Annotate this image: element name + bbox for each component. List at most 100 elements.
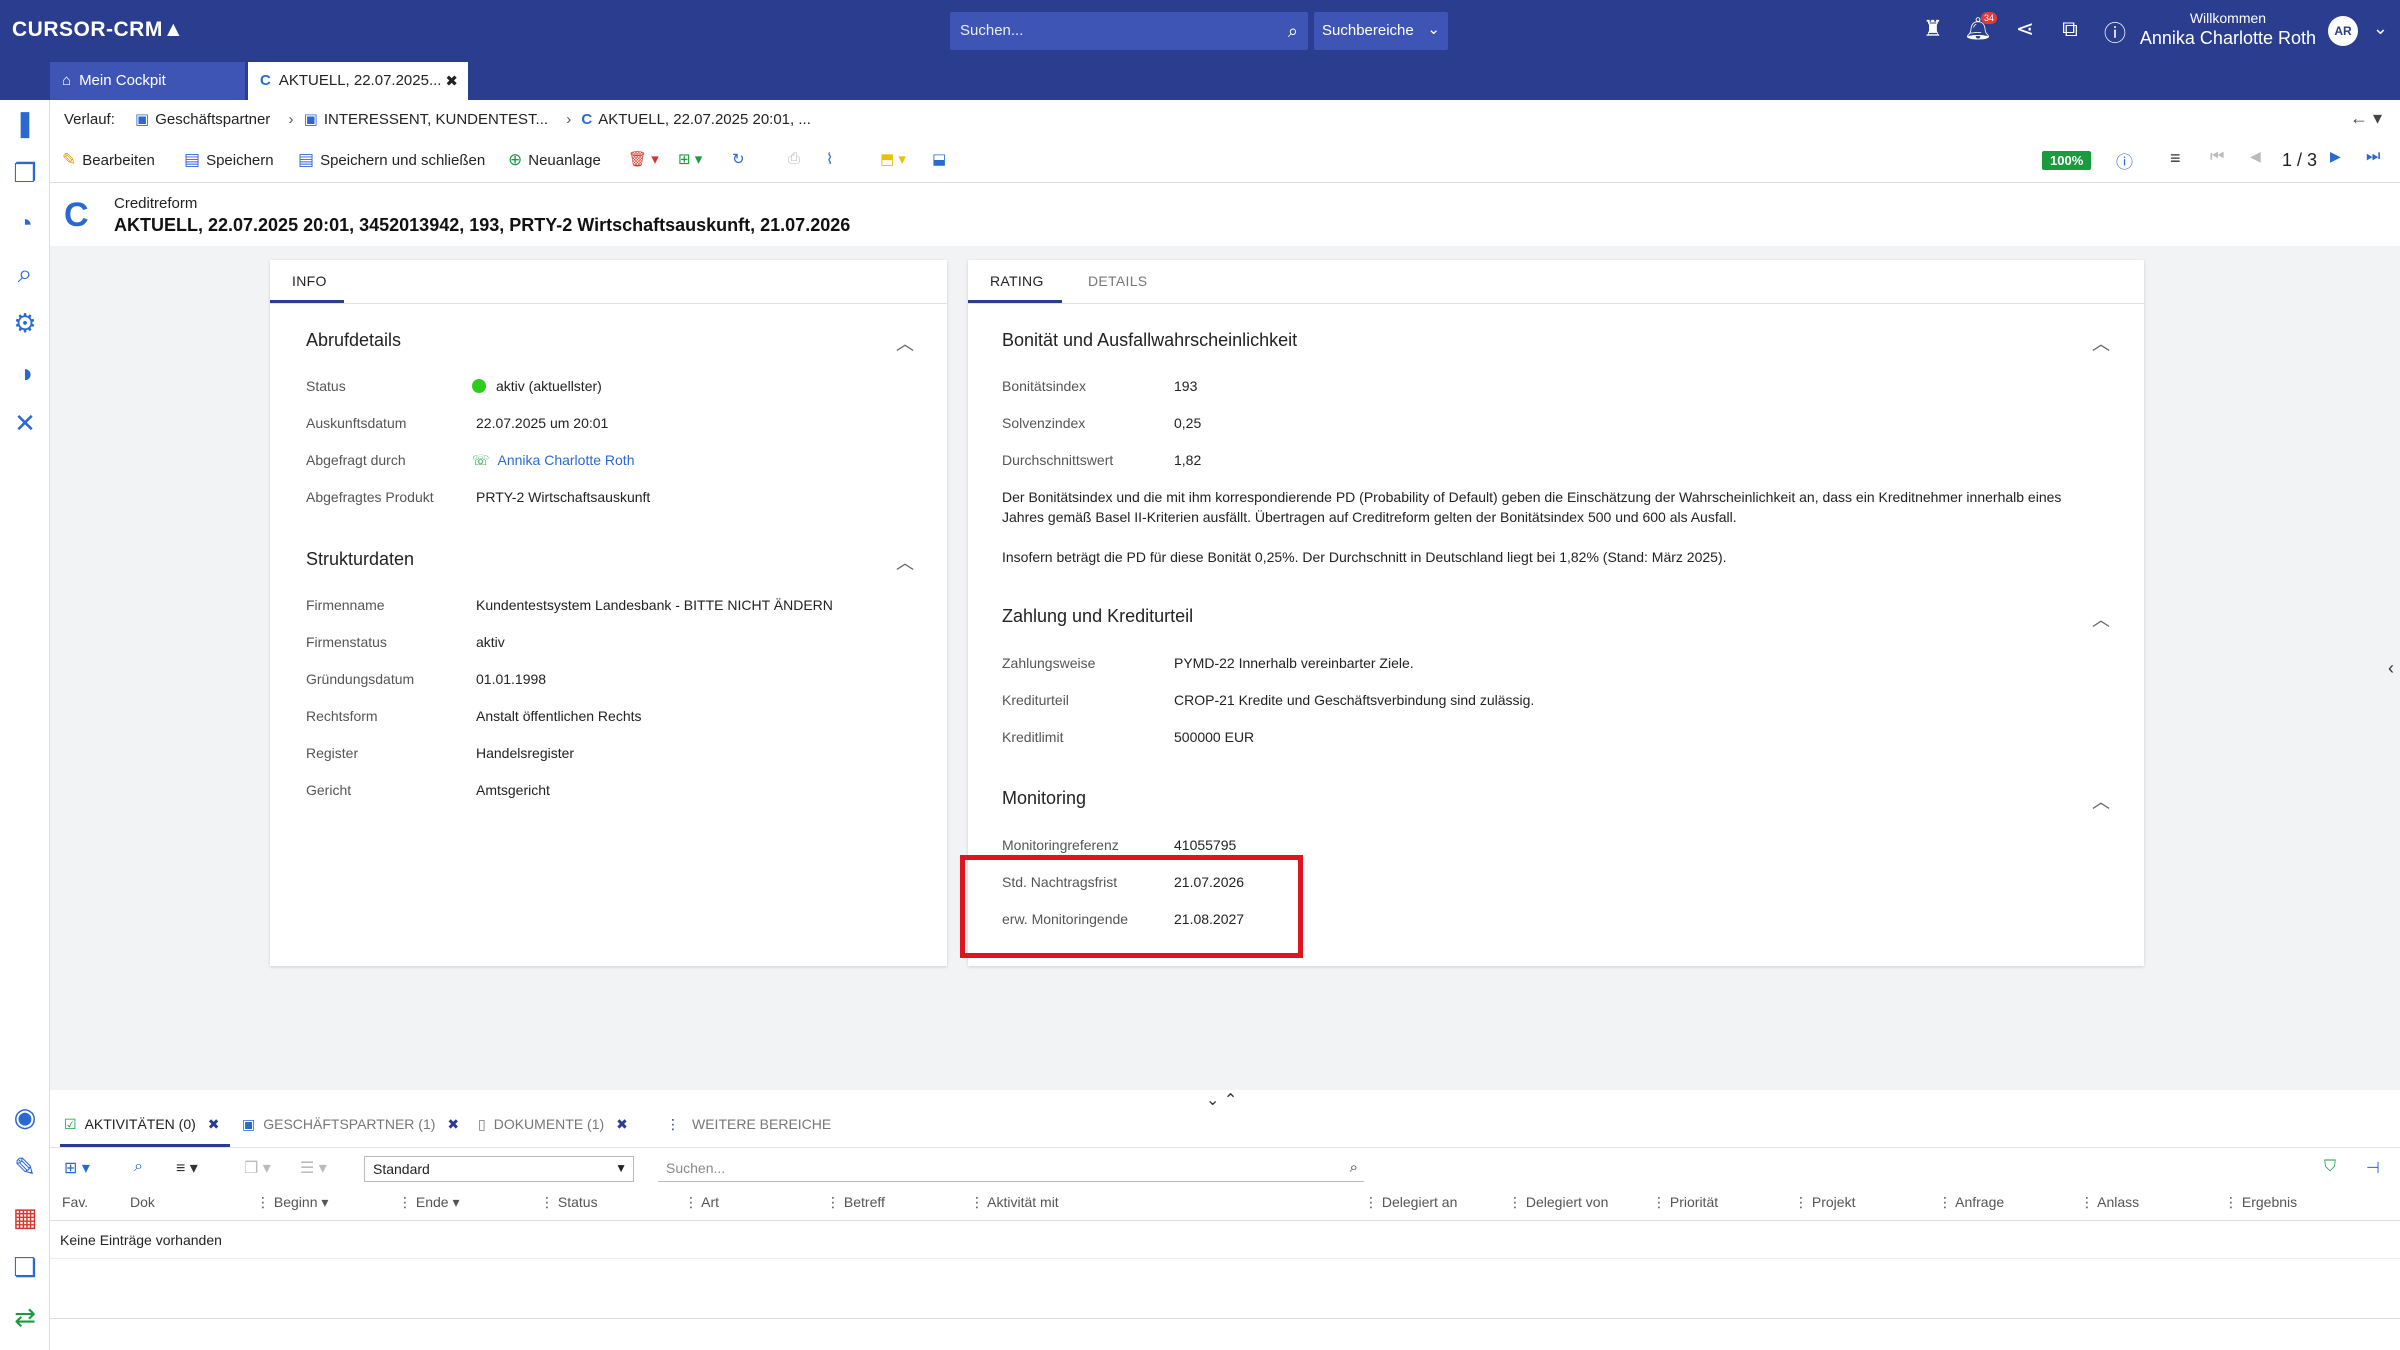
copy-icon[interactable]: ❐ ▾: [244, 1158, 271, 1178]
tab-geschaeftspartner[interactable]: ▣ GESCHÄFTSPARTNER (1) ✖: [242, 1116, 459, 1133]
previous-page-icon[interactable]: ◀: [2250, 148, 2261, 165]
close-icon[interactable]: ✖: [445, 72, 458, 90]
calendar-icon[interactable]: ▦: [8, 1200, 42, 1234]
column-header[interactable]: ⋮ Projekt: [1794, 1194, 1855, 1211]
edit-note-icon[interactable]: ✎: [8, 1150, 42, 1184]
tab-dokumente[interactable]: ▯ DOKUMENTE (1) ✖: [478, 1116, 628, 1133]
list-icon[interactable]: ≡: [2170, 148, 2181, 169]
breadcrumb-item[interactable]: Geschäftspartner: [155, 111, 270, 128]
bell-icon[interactable]: 🔔︎ 34: [1963, 12, 1997, 42]
column-header[interactable]: ⋮ Ende ▾: [398, 1194, 460, 1211]
list-menu-icon[interactable]: ≡ ▾: [176, 1158, 198, 1178]
breadcrumb-item[interactable]: AKTUELL, 22.07.2025 20:01, ...: [598, 111, 811, 128]
external-link-icon[interactable]: ⧉: [2055, 16, 2085, 42]
tab-label: Mein Cockpit: [79, 72, 166, 89]
global-search-input[interactable]: Suchen... ⌕: [950, 12, 1308, 50]
tab-info[interactable]: INFO: [292, 273, 327, 289]
lighthouse-icon[interactable]: ♜: [1918, 16, 1948, 42]
tools-icon[interactable]: ✕: [8, 406, 42, 440]
tab-weitere-bereiche[interactable]: ⋮ WEITERE BEREICHE: [666, 1116, 831, 1133]
activity-search-input[interactable]: Suchen... ⌕: [658, 1156, 1364, 1182]
date-value: 22.07.2025 um 20:01: [476, 415, 609, 431]
column-header[interactable]: ⋮ Aktivität mit: [970, 1194, 1059, 1211]
share-icon[interactable]: ⋖: [2010, 16, 2040, 42]
tab-label: DOKUMENTE (1): [493, 1116, 605, 1132]
column-header[interactable]: ⋮ Art: [684, 1194, 719, 1211]
eye-star-icon[interactable]: ◉: [8, 1100, 42, 1134]
column-header[interactable]: ⋮ Delegiert von: [1508, 1194, 1608, 1211]
breadcrumb-item[interactable]: INTERESSENT, KUNDENTEST...: [324, 111, 548, 128]
add-activity-icon[interactable]: ⊞ ▾: [64, 1158, 90, 1178]
last-page-icon[interactable]: ⏭: [2366, 148, 2380, 166]
chevron-left-icon[interactable]: ‹: [2388, 658, 2394, 679]
tab-rating[interactable]: RATING: [990, 273, 1044, 289]
column-header-label: Priorität: [1669, 1194, 1719, 1210]
split-handle-icon[interactable]: ⌄ ⌃: [1206, 1090, 1237, 1110]
tab-aktuell[interactable]: C AKTUELL, 22.07.2025... ✖: [248, 62, 468, 100]
chevron-down-icon[interactable]: ⌄: [2373, 18, 2388, 39]
view-select[interactable]: Standard ▼: [364, 1156, 634, 1182]
chevron-up-icon[interactable]: ︿: [896, 549, 914, 575]
section-title-zahlung: Zahlung und Krediturteil: [1002, 606, 1194, 626]
windows-icon[interactable]: ❐: [8, 156, 42, 190]
search-list-icon[interactable]: ⌕: [8, 256, 42, 290]
info-icon[interactable]: ⓘ: [2100, 16, 2130, 48]
close-icon[interactable]: ✖: [616, 1116, 628, 1132]
column-header[interactable]: ⋮ Status: [540, 1194, 598, 1211]
close-icon[interactable]: ✖: [208, 1116, 220, 1132]
search-icon[interactable]: ⌕: [1288, 21, 1298, 42]
tab-mein-cockpit[interactable]: ⌂ Mein Cockpit: [50, 62, 245, 100]
chevron-up-icon[interactable]: ︿: [2092, 606, 2110, 632]
tab-aktivitaeten[interactable]: ☑ AKTIVITÄTEN (0) ✖: [64, 1116, 220, 1133]
struct-label: Gründungsdatum: [306, 671, 415, 687]
app-logo[interactable]: CURSOR-CRM▲: [12, 18, 184, 42]
first-page-icon[interactable]: ⏮: [2210, 148, 2224, 166]
chevron-up-icon[interactable]: ︿: [896, 330, 914, 356]
lock-icon[interactable]: ⬒ ▾: [880, 150, 906, 168]
sync-icon[interactable]: ⇄: [8, 1300, 42, 1334]
column-header[interactable]: Fav.: [62, 1194, 88, 1210]
column-header[interactable]: ⋮ Ergebnis: [2224, 1194, 2297, 1211]
chevron-up-icon[interactable]: ︿: [2092, 330, 2110, 356]
attachment-icon[interactable]: ⌇: [826, 150, 833, 168]
print-icon[interactable]: ⎙: [788, 150, 800, 167]
search-scope-dropdown[interactable]: Suchbereiche ⌄: [1314, 12, 1448, 50]
gear-icon[interactable]: ⚙: [8, 306, 42, 340]
search-icon[interactable]: ⌕: [1350, 1159, 1358, 1176]
copy-add-icon[interactable]: ⊞ ▾: [678, 150, 702, 168]
export-icon[interactable]: ⬓: [932, 150, 946, 168]
next-page-icon[interactable]: ▶: [2330, 148, 2341, 165]
filter-icon[interactable]: ⛉: [2324, 1158, 2336, 1176]
document-settings-icon[interactable]: ❏: [8, 1250, 42, 1284]
queried-by-link[interactable]: ☏ Annika Charlotte Roth: [472, 452, 634, 469]
zoom-badge[interactable]: 100%: [2042, 151, 2092, 170]
column-header[interactable]: ⋮ Priorität: [1652, 1194, 1718, 1211]
save-button[interactable]: ▤ Speichern: [184, 150, 274, 170]
column-header[interactable]: ⋮ Delegiert an: [1364, 1194, 1457, 1211]
refresh-icon[interactable]: ↻: [732, 150, 745, 168]
section-title-bonitaet: Bonität und Ausfallwahrscheinlichkeit: [1002, 330, 1298, 350]
back-arrow-icon[interactable]: ← ▾: [2350, 108, 2382, 129]
report-icon[interactable]: ◑: [8, 356, 42, 390]
bookmark-icon[interactable]: ❚: [8, 106, 42, 140]
tab-details[interactable]: DETAILS: [1088, 273, 1147, 289]
avatar[interactable]: AR: [2328, 16, 2358, 46]
column-header-label: Aktivität mit: [987, 1194, 1059, 1210]
column-header[interactable]: Dok: [130, 1194, 155, 1210]
pin-icon[interactable]: ⊣: [2366, 1158, 2380, 1178]
layout-icon[interactable]: ☰ ▾: [300, 1158, 327, 1178]
history-icon[interactable]: ◔: [8, 206, 42, 240]
save-label: Speichern: [206, 152, 274, 169]
chevron-up-icon[interactable]: ︿: [2092, 788, 2110, 814]
column-header[interactable]: ⋮ Anlass: [2080, 1194, 2139, 1211]
info-icon[interactable]: ⓘ: [2116, 148, 2133, 173]
column-header[interactable]: ⋮ Beginn ▾: [256, 1194, 328, 1211]
save-close-button[interactable]: ▤ Speichern und schließen: [298, 150, 485, 170]
edit-button[interactable]: ✎ Bearbeiten: [62, 150, 155, 170]
new-button[interactable]: ⊕ Neuanlage: [508, 150, 601, 170]
search-list-icon[interactable]: ⌕: [134, 1158, 143, 1176]
column-header[interactable]: ⋮ Betreff: [826, 1194, 885, 1211]
close-icon[interactable]: ✖: [447, 1116, 459, 1132]
column-header[interactable]: ⋮ Anfrage: [1938, 1194, 2004, 1211]
delete-icon[interactable]: 🗑︎ ▾: [628, 150, 659, 168]
